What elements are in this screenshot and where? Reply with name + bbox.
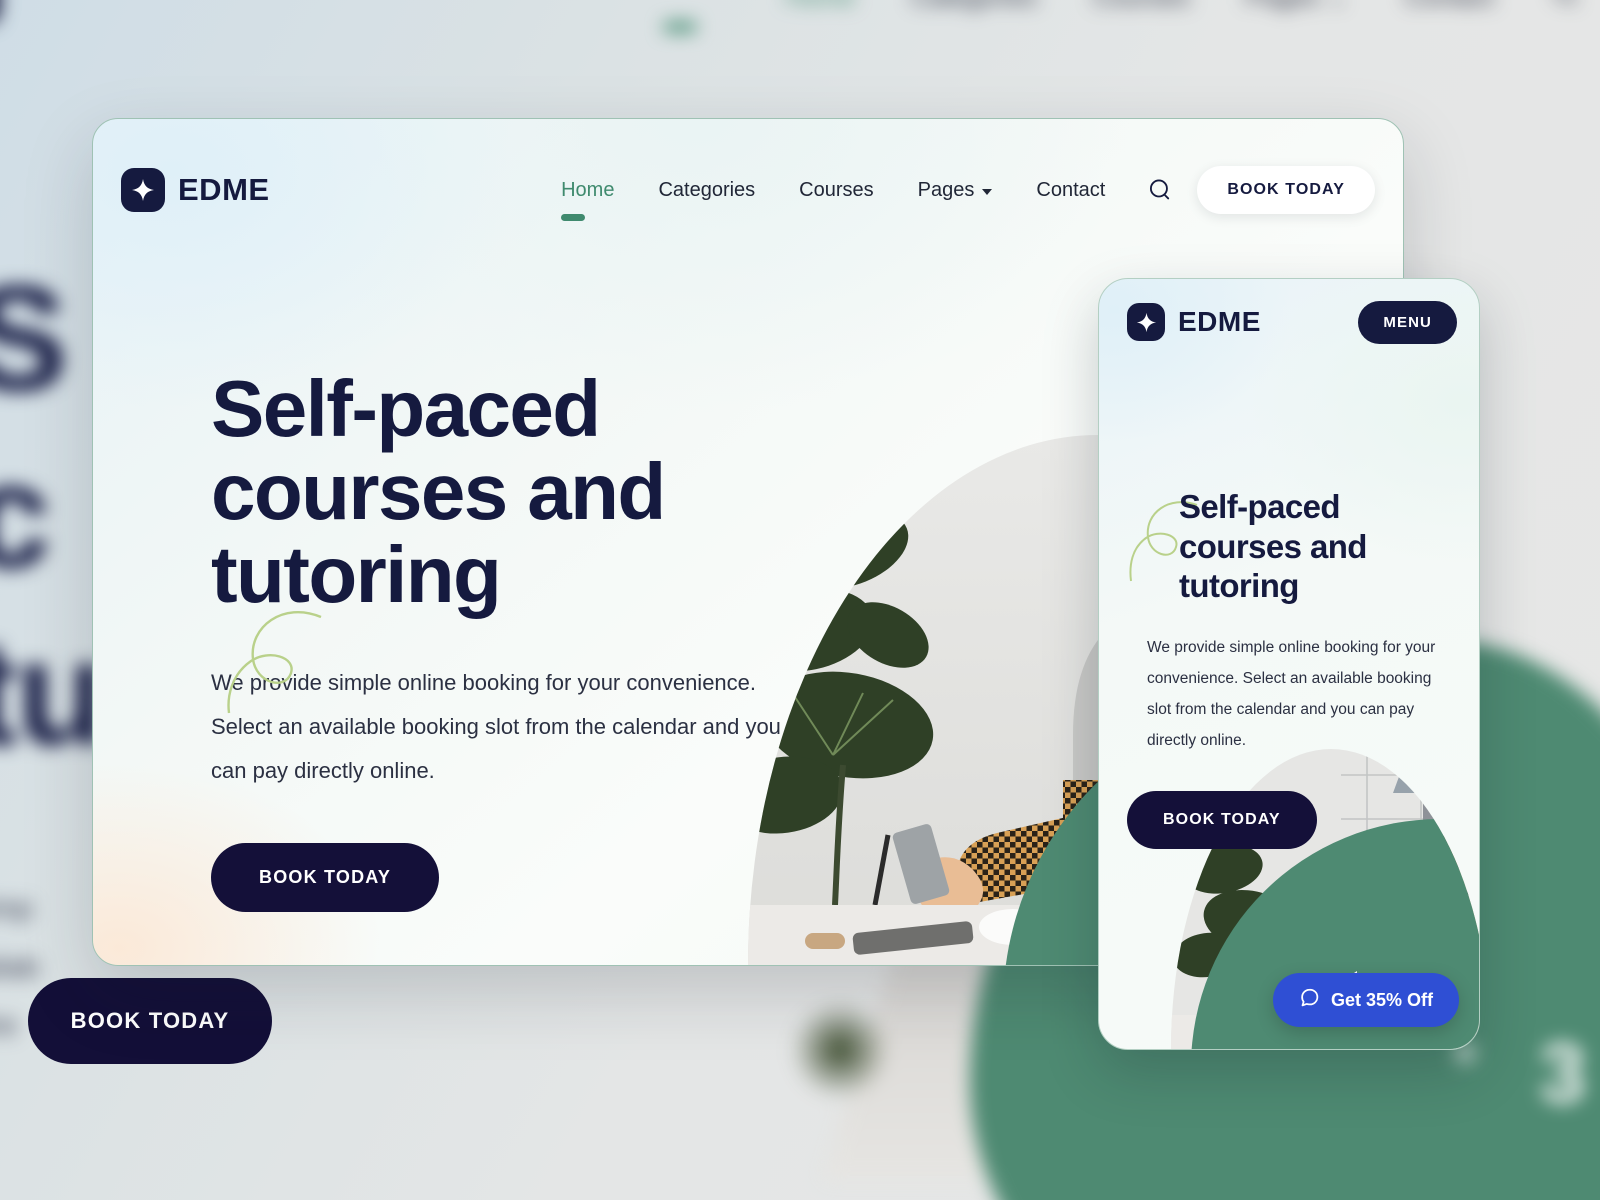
page-title: Self-paced courses and tutoring: [211, 367, 811, 617]
nav-item-home[interactable]: Home: [539, 178, 636, 221]
nav-item-courses[interactable]: Courses: [777, 179, 895, 202]
chat-bubble-icon: [1299, 987, 1320, 1013]
mobile-hero-description: We provide simple online booking for you…: [1147, 638, 1436, 749]
diamond-star-icon: [121, 168, 165, 212]
desktop-logo[interactable]: EDME: [121, 168, 270, 212]
desktop-hero: Self-paced courses and tutoring We provi…: [211, 367, 811, 912]
background-headline: S c tu: [0, 254, 108, 776]
desktop-header: EDME Home Categories Courses Pages Conta…: [93, 119, 1403, 261]
mobile-menu-button[interactable]: MENU: [1358, 300, 1457, 344]
mobile-headline-line-3: tutoring: [1179, 567, 1299, 605]
background-nav-courses: Courses: [1093, 0, 1190, 12]
chevron-down-icon: [982, 188, 993, 195]
mobile-logo[interactable]: EDME: [1127, 303, 1261, 341]
background-nav-categories: Categories: [911, 0, 1037, 12]
background-nav-contact: Contact: [1404, 0, 1494, 12]
mobile-header: EDME MENU: [1099, 279, 1479, 365]
nav-item-pages-label: Pages: [917, 178, 975, 201]
mobile-logo-text: EDME: [1178, 306, 1261, 337]
diamond-star-icon: [1127, 303, 1165, 341]
chat-widget-label: Get 35% Off: [1330, 989, 1433, 1010]
nav-item-categories[interactable]: Categories: [636, 179, 777, 202]
mobile-headline-line-1: Self-paced: [1179, 488, 1340, 525]
background-navbar: Home Categories Courses Pages ⌄ Contact: [0, 0, 1600, 80]
mobile-mockup-card: EDME MENU Self-paced courses and tutorin…: [1098, 278, 1480, 1050]
background-nav-pages: Pages ⌄: [1246, 0, 1349, 12]
background-nav-items: Home Categories Courses Pages ⌄ Contact: [786, 0, 1580, 15]
chat-widget-button[interactable]: Get 35% Off: [1272, 973, 1459, 1027]
search-icon[interactable]: [1145, 175, 1175, 205]
mobile-book-today-button[interactable]: BOOK TODAY: [1127, 791, 1317, 849]
squiggle-decoration-icon: [227, 611, 322, 714]
header-book-today-button[interactable]: BOOK TODAY: [1197, 166, 1375, 214]
mobile-headline-line-2: courses and: [1179, 527, 1367, 565]
mobile-hero: Self-paced courses and tutoring We provi…: [1147, 487, 1469, 756]
background-book-today-button: BOOK TODAY: [28, 978, 272, 1064]
background-nav-home: Home: [786, 0, 855, 12]
nav-item-contact[interactable]: Contact: [1014, 179, 1127, 202]
background-nav-active-underline: [663, 22, 697, 32]
mobile-page-title: Self-paced courses and tutoring: [1179, 487, 1469, 606]
headline-line-2: courses and: [211, 447, 666, 537]
desktop-nav: Home Categories Courses Pages Contact BO…: [539, 166, 1375, 221]
diamond-star-glyph: [132, 179, 154, 201]
nav-item-courses-label: Courses: [799, 178, 874, 201]
logo-text: EDME: [178, 172, 270, 207]
nav-item-home-label: Home: [561, 178, 615, 201]
hero-book-today-button[interactable]: BOOK TODAY: [211, 842, 440, 912]
nav-item-categories-label: Categories: [658, 178, 756, 201]
background-chat-ghost-text: 3: [1539, 1026, 1586, 1120]
nav-item-contact-label: Contact: [1036, 178, 1106, 201]
diamond-star-glyph: [1136, 312, 1156, 332]
headline-line-1: Self-paced: [211, 364, 601, 453]
nav-item-pages[interactable]: Pages: [896, 179, 1015, 202]
background-search-icon: [1550, 0, 1580, 15]
